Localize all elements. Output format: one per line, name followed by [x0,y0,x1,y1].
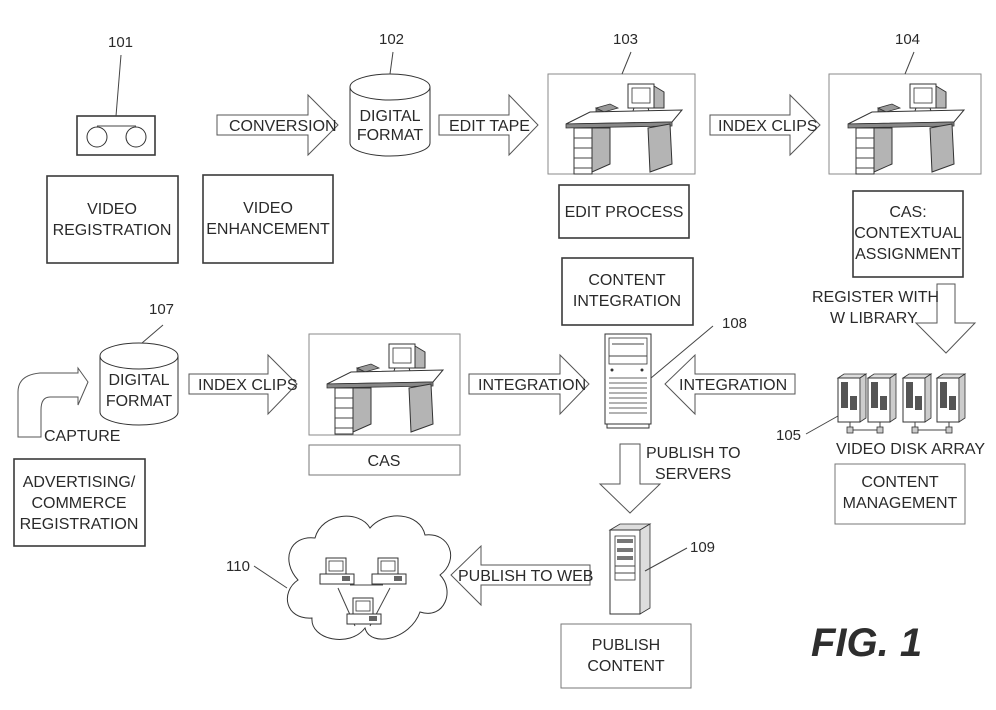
digital-format-cylinder-top: DIGITAL FORMAT [349,73,431,157]
patent-figure: 101 VIDEO REGISTRATION CONVERSION VIDEO … [0,0,996,705]
box-line: ASSIGNMENT [855,246,961,263]
advertising-commerce-registration-box: ADVERTISING/ COMMERCE REGISTRATION [13,458,146,547]
publish-server-icon [608,523,652,615]
leader-105 [805,415,839,435]
arrow-label: CAPTURE [44,428,120,445]
register-library-arrow: REGISTER WITH W LIBRARY [812,283,977,354]
leader-104 [904,51,915,75]
ref-107: 107 [149,301,174,318]
index-clips-arrow-bottom: INDEX CLIPS [188,353,298,416]
cylinder-line: DIGITAL [108,372,169,389]
arrow-label: PUBLISH TO WEB [458,568,593,585]
figure-title: FIG. 1 [811,621,922,665]
video-enhancement-box: VIDEO ENHANCEMENT [202,174,334,264]
box-line: MANAGEMENT [843,495,958,512]
arrow-label: REGISTER WITH [812,289,939,306]
box-line: ENHANCEMENT [206,221,330,238]
box-line: CONTEXTUAL [854,225,962,242]
diagram-canvas: 101 VIDEO REGISTRATION CONVERSION VIDEO … [13,31,985,689]
box-line: REGISTRATION [53,222,172,239]
network-cloud-icon [287,515,452,640]
cas-workstation [828,73,982,175]
leader-107 [141,324,164,344]
leader-102 [389,51,394,75]
leader-110 [253,565,288,589]
conversion-arrow: CONVERSION [216,93,339,157]
box-line: CAS [368,453,401,470]
edit-workstation [547,73,696,175]
integration-arrow-left: INTEGRATION [468,353,590,416]
edit-process-box: EDIT PROCESS [558,184,690,239]
leader-103 [621,51,632,75]
arrow-label: W LIBRARY [830,310,918,327]
content-management-box: CONTENT MANAGEMENT [834,463,966,525]
arrow-label: INTEGRATION [478,377,586,394]
publish-to-servers-arrow: PUBLISH TO SERVERS [598,443,741,514]
ref-109: 109 [690,539,715,556]
box-line: REGISTRATION [20,516,139,533]
integration-arrow-right: INTEGRATION [664,353,796,416]
box-line: CAS: [889,204,926,221]
ref-108: 108 [722,315,747,332]
ref-101: 101 [108,34,133,51]
leader-109 [644,547,688,572]
box-line: ADVERTISING/ [23,474,136,491]
arrow-label: INTEGRATION [679,377,787,394]
arrow-label: PUBLISH TO [646,445,741,462]
leader-101 [115,54,122,117]
cas-box: CAS [308,444,461,476]
cylinder-line: FORMAT [357,127,424,144]
video-tape-icon [76,115,156,156]
publish-content-box: PUBLISH CONTENT [560,623,692,689]
content-integration-box: CONTENT INTEGRATION [561,257,694,326]
arrow-label: INDEX CLIPS [198,377,298,394]
cas-workstation-bottom [308,333,461,436]
box-line: EDIT PROCESS [565,204,684,221]
arrow-label: SERVERS [655,466,731,483]
disk-array-icon [837,373,966,434]
box-line: INTEGRATION [573,293,681,310]
box-line: CONTENT [587,658,665,675]
video-registration-box: VIDEO REGISTRATION [46,175,179,264]
box-line: PUBLISH [592,637,660,654]
video-disk-array-label: VIDEO DISK ARRAY [836,441,985,458]
ref-110: 110 [226,558,250,575]
cylinder-line: DIGITAL [359,108,420,125]
box-line: CONTENT [861,474,939,491]
index-clips-arrow-top: INDEX CLIPS [709,93,821,157]
box-line: COMMERCE [31,495,126,512]
publish-to-web-arrow: PUBLISH TO WEB [450,544,593,607]
ref-105: 105 [776,427,801,444]
ref-102: 102 [379,31,404,48]
arrow-label: EDIT TAPE [449,118,530,135]
cylinder-line: FORMAT [106,393,173,410]
box-line: VIDEO [243,200,293,217]
ref-103: 103 [613,31,638,48]
edit-tape-arrow: EDIT TAPE [438,93,539,157]
ref-104: 104 [895,31,920,48]
arrow-label: CONVERSION [229,118,337,135]
arrow-label: INDEX CLIPS [718,118,818,135]
box-line: VIDEO [87,201,137,218]
tower-server-icon [604,333,652,429]
box-line: CONTENT [588,272,666,289]
digital-format-cylinder-bottom: DIGITAL FORMAT [99,342,179,426]
cas-contextual-assignment-box: CAS: CONTEXTUAL ASSIGNMENT [852,190,964,278]
